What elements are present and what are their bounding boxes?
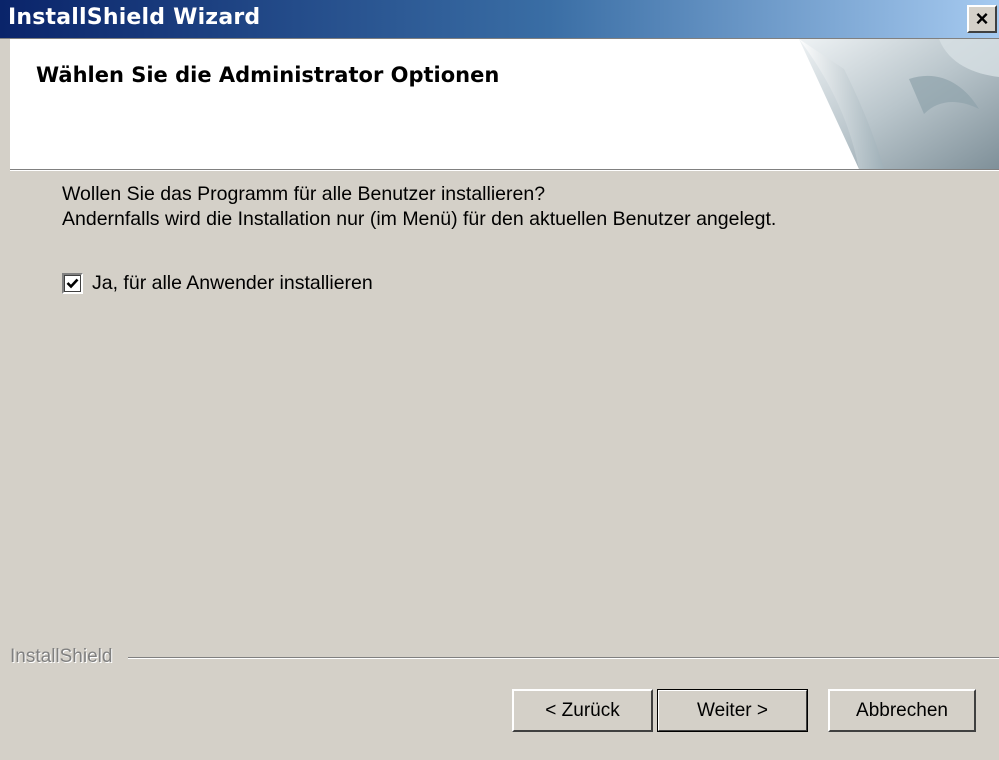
branding-separator: InstallShield xyxy=(10,646,999,670)
all-users-checkbox-label[interactable]: Ja, für alle Anwender installieren xyxy=(92,272,373,295)
description-line-1: Wollen Sie das Programm für alle Benutze… xyxy=(62,183,546,205)
window-title: InstallShield Wizard xyxy=(8,5,261,30)
close-button[interactable]: × xyxy=(967,5,997,33)
checkmark-icon xyxy=(66,278,79,289)
window-frame xyxy=(0,39,10,760)
page-curl-graphic-icon xyxy=(799,39,999,169)
cancel-button[interactable]: Abbrechen xyxy=(828,689,976,732)
next-button[interactable]: Weiter > xyxy=(657,689,808,732)
title-bar[interactable]: InstallShield Wizard × xyxy=(0,0,999,39)
header-separator-highlight xyxy=(10,170,999,171)
header-panel: Wählen Sie die Administrator Optionen xyxy=(10,39,999,169)
description-text: Wollen Sie das Programm für alle Benutze… xyxy=(62,182,776,232)
back-button[interactable]: < Zurück xyxy=(512,689,653,732)
close-icon: × xyxy=(975,6,989,31)
all-users-checkbox[interactable] xyxy=(62,273,83,294)
description-line-2: Andernfalls wird die Installation nur (i… xyxy=(62,208,777,230)
all-users-option[interactable]: Ja, für alle Anwender installieren xyxy=(62,272,373,295)
page-title: Wählen Sie die Administrator Optionen xyxy=(36,63,500,87)
installshield-brand-label: InstallShield xyxy=(10,646,119,668)
